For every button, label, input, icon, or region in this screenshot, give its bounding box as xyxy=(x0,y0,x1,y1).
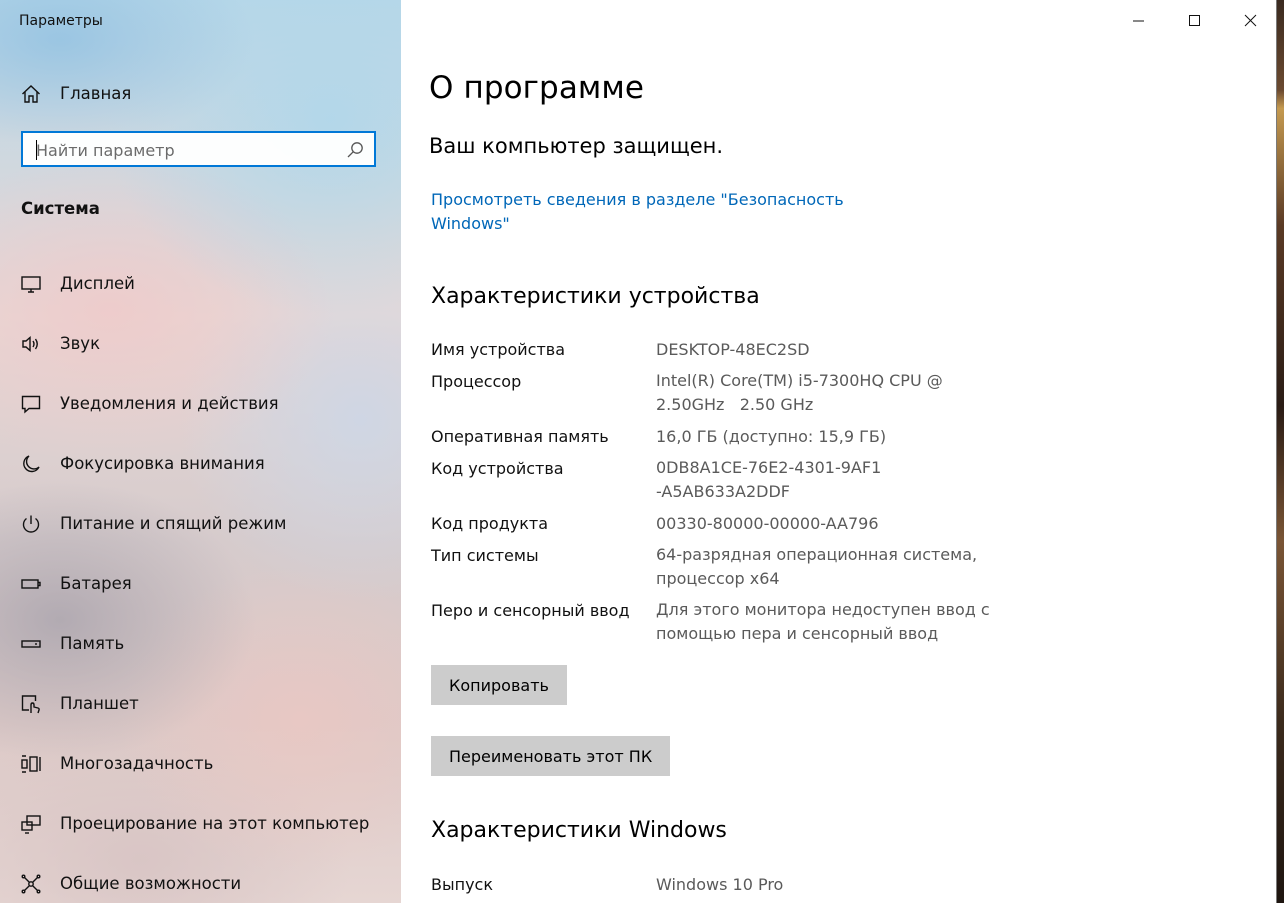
home-icon xyxy=(20,83,42,105)
minimize-button[interactable] xyxy=(1110,0,1166,42)
spec-key-processor: Процессор xyxy=(431,372,522,391)
maximize-button[interactable] xyxy=(1166,0,1222,42)
sidebar-item-display[interactable]: Дисплей xyxy=(0,263,401,303)
spec-value-edition: Windows 10 Pro xyxy=(656,875,784,894)
projecting-icon xyxy=(20,813,42,835)
sidebar-item-power[interactable]: Питание и спящий режим xyxy=(0,503,401,543)
copy-button[interactable]: Копировать xyxy=(431,665,567,705)
nav-home[interactable]: Главная xyxy=(0,73,401,113)
shared-experiences-icon xyxy=(20,873,42,895)
rename-pc-button[interactable]: Переименовать этот ПК xyxy=(431,736,671,776)
sidebar-item-sound[interactable]: Звук xyxy=(0,323,401,363)
battery-icon xyxy=(20,573,42,595)
window-title: Параметры xyxy=(19,13,103,29)
spec-key-ram: Оперативная память xyxy=(431,427,609,446)
spec-key-pen-touch: Перо и сенсорный ввод xyxy=(431,601,630,620)
windows-specs-heading: Характеристики Windows xyxy=(431,818,727,843)
protection-status: Ваш компьютер защищен. xyxy=(429,134,724,158)
spec-value-pen-touch: Для этого монитора недоступен ввод с пом… xyxy=(656,600,990,643)
spec-value-product-id: 00330-80000-00000-AA796 xyxy=(656,514,879,533)
spec-key-device-name: Имя устройства xyxy=(431,340,566,359)
sidebar: Параметры Главная Система Дисплей Звук У… xyxy=(0,0,401,903)
sidebar-item-label: Питание и спящий режим xyxy=(60,513,287,533)
speaker-icon xyxy=(20,333,42,355)
spec-value-device-id: 0DB8A1CE-76E2-4301-9AF1-A5AB633A2DDF xyxy=(656,458,882,501)
spec-key-edition: Выпуск xyxy=(431,875,493,894)
sidebar-item-label: Звук xyxy=(60,333,101,353)
sidebar-item-label: Фокусировка внимания xyxy=(60,453,265,473)
sidebar-item-label: Многозадачность xyxy=(60,753,214,773)
multitasking-icon xyxy=(20,753,42,775)
spec-value-system-type: 64-разрядная операционная система, проце… xyxy=(656,545,978,588)
spec-value-processor: Intel(R) Core(TM) i5-7300HQ CPU @ 2.50GH… xyxy=(656,371,948,414)
tablet-icon xyxy=(20,693,42,715)
display-icon xyxy=(20,273,42,295)
close-icon xyxy=(1244,14,1257,27)
device-specs-heading: Характеристики устройства xyxy=(431,284,760,309)
sidebar-item-tablet[interactable]: Планшет xyxy=(0,683,401,723)
sidebar-item-label: Уведомления и действия xyxy=(60,393,279,413)
sidebar-item-notifications[interactable]: Уведомления и действия xyxy=(0,383,401,423)
sidebar-item-label: Дисплей xyxy=(60,273,135,293)
sidebar-item-battery[interactable]: Батарея xyxy=(0,563,401,603)
close-button[interactable] xyxy=(1222,0,1278,42)
spec-key-system-type: Тип системы xyxy=(431,546,539,565)
search-input[interactable] xyxy=(36,140,336,160)
sidebar-item-label: Общие возможности xyxy=(60,873,242,893)
sidebar-item-focus-assist[interactable]: Фокусировка внимания xyxy=(0,443,401,483)
sidebar-item-label: Проецирование на этот компьютер xyxy=(60,813,370,833)
sidebar-item-storage[interactable]: Память xyxy=(0,623,401,663)
sidebar-item-label: Память xyxy=(60,633,125,653)
security-details-link[interactable]: Просмотреть сведения в разделе "Безопасн… xyxy=(431,188,851,236)
desktop-background-edge xyxy=(1277,0,1284,903)
power-icon xyxy=(20,513,42,535)
spec-value-device-name: DESKTOP-48EC2SD xyxy=(656,340,810,359)
spec-value-ram: 16,0 ГБ (доступно: 15,9 ГБ) xyxy=(656,427,887,446)
storage-icon xyxy=(20,633,42,655)
nav-home-label: Главная xyxy=(60,83,132,103)
text-caret xyxy=(36,140,37,160)
sidebar-item-label: Батарея xyxy=(60,573,132,593)
search-icon[interactable] xyxy=(345,140,365,160)
sidebar-item-label: Планшет xyxy=(60,693,139,713)
maximize-icon xyxy=(1189,15,1200,26)
sidebar-item-projecting[interactable]: Проецирование на этот компьютер xyxy=(0,803,401,843)
moon-icon xyxy=(20,453,42,475)
page-title: О программе xyxy=(429,70,645,106)
minimize-icon xyxy=(1133,20,1144,22)
search-box[interactable] xyxy=(21,131,376,167)
spec-key-device-id: Код устройства xyxy=(431,459,564,478)
sidebar-item-multitasking[interactable]: Многозадачность xyxy=(0,743,401,783)
spec-key-product-id: Код продукта xyxy=(431,514,549,533)
notification-icon xyxy=(20,393,42,415)
section-title-system: Система xyxy=(21,199,100,218)
sidebar-item-shared-experiences[interactable]: Общие возможности xyxy=(0,863,401,903)
